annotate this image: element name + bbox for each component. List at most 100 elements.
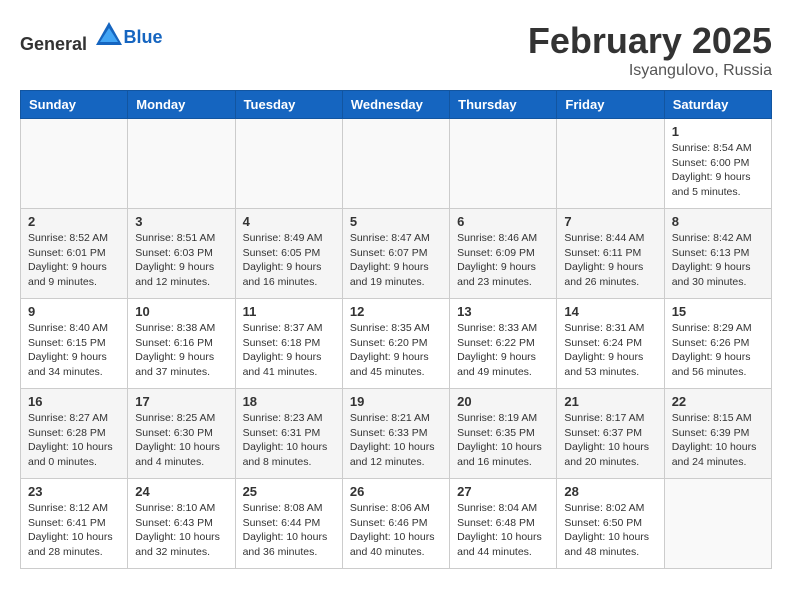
- day-number: 25: [243, 484, 335, 499]
- weekday-header-monday: Monday: [128, 91, 235, 119]
- calendar-day-cell: 28 Sunrise: 8:02 AM Sunset: 6:50 PM Dayli…: [557, 479, 664, 569]
- day-info: Sunrise: 8:46 AM Sunset: 6:09 PM Dayligh…: [457, 231, 549, 290]
- calendar-day-cell: 25 Sunrise: 8:08 AM Sunset: 6:44 PM Dayli…: [235, 479, 342, 569]
- page-header: General Blue February 2025 Isyangulovo, …: [20, 20, 772, 80]
- day-info: Sunrise: 8:17 AM Sunset: 6:37 PM Dayligh…: [564, 411, 656, 470]
- calendar-day-cell: 20 Sunrise: 8:19 AM Sunset: 6:35 PM Dayli…: [450, 389, 557, 479]
- day-number: 20: [457, 394, 549, 409]
- day-info: Sunrise: 8:23 AM Sunset: 6:31 PM Dayligh…: [243, 411, 335, 470]
- day-number: 16: [28, 394, 120, 409]
- day-info: Sunrise: 8:38 AM Sunset: 6:16 PM Dayligh…: [135, 321, 227, 380]
- day-number: 27: [457, 484, 549, 499]
- day-number: 4: [243, 214, 335, 229]
- day-number: 24: [135, 484, 227, 499]
- day-number: 13: [457, 304, 549, 319]
- day-number: 11: [243, 304, 335, 319]
- day-info: Sunrise: 8:33 AM Sunset: 6:22 PM Dayligh…: [457, 321, 549, 380]
- calendar-day-cell: 17Sunrise: 8:25 AM Sunset: 6:30 PM Dayli…: [128, 389, 235, 479]
- day-number: 22: [672, 394, 764, 409]
- weekday-header-row: SundayMondayTuesdayWednesdayThursdayFrid…: [21, 91, 772, 119]
- day-info: Sunrise: 8:15 AM Sunset: 6:39 PM Dayligh…: [672, 411, 764, 470]
- day-number: 28: [564, 484, 656, 499]
- day-info: Sunrise: 8:44 AM Sunset: 6:11 PM Dayligh…: [564, 231, 656, 290]
- day-info: Sunrise: 8:21 AM Sunset: 6:33 PM Dayligh…: [350, 411, 442, 470]
- day-info: Sunrise: 8:04 AM Sunset: 6:48 PM Dayligh…: [457, 501, 549, 560]
- day-number: 21: [564, 394, 656, 409]
- day-number: 10: [135, 304, 227, 319]
- day-info: Sunrise: 8:37 AM Sunset: 6:18 PM Dayligh…: [243, 321, 335, 380]
- calendar-day-cell: [664, 479, 771, 569]
- calendar-day-cell: 22 Sunrise: 8:15 AM Sunset: 6:39 PM Dayli…: [664, 389, 771, 479]
- day-number: 15: [672, 304, 764, 319]
- day-info: Sunrise: 8:02 AM Sunset: 6:50 PM Dayligh…: [564, 501, 656, 560]
- calendar-day-cell: 15 Sunrise: 8:29 AM Sunset: 6:26 PM Dayli…: [664, 299, 771, 389]
- calendar-day-cell: 19 Sunrise: 8:21 AM Sunset: 6:33 PM Dayli…: [342, 389, 449, 479]
- calendar-week-row: 9 Sunrise: 8:40 AM Sunset: 6:15 PM Daylig…: [21, 299, 772, 389]
- calendar-day-cell: 2 Sunrise: 8:52 AM Sunset: 6:01 PM Daylig…: [21, 209, 128, 299]
- weekday-header-saturday: Saturday: [664, 91, 771, 119]
- day-info: Sunrise: 8:47 AM Sunset: 6:07 PM Dayligh…: [350, 231, 442, 290]
- calendar-day-cell: 16 Sunrise: 8:27 AM Sunset: 6:28 PM Dayli…: [21, 389, 128, 479]
- calendar-week-row: 16 Sunrise: 8:27 AM Sunset: 6:28 PM Dayli…: [21, 389, 772, 479]
- day-info: Sunrise: 8:27 AM Sunset: 6:28 PM Dayligh…: [28, 411, 120, 470]
- day-number: 14: [564, 304, 656, 319]
- day-number: 8: [672, 214, 764, 229]
- day-info: Sunrise: 8:52 AM Sunset: 6:01 PM Dayligh…: [28, 231, 120, 290]
- day-info: Sunrise: 8:51 AM Sunset: 6:03 PM Dayligh…: [135, 231, 227, 290]
- calendar-day-cell: 14 Sunrise: 8:31 AM Sunset: 6:24 PM Dayli…: [557, 299, 664, 389]
- weekday-header-wednesday: Wednesday: [342, 91, 449, 119]
- day-info: Sunrise: 8:49 AM Sunset: 6:05 PM Dayligh…: [243, 231, 335, 290]
- calendar-day-cell: 1 Sunrise: 8:54 AM Sunset: 6:00 PM Daylig…: [664, 119, 771, 209]
- calendar-day-cell: [21, 119, 128, 209]
- day-number: 6: [457, 214, 549, 229]
- calendar-day-cell: 11 Sunrise: 8:37 AM Sunset: 6:18 PM Dayli…: [235, 299, 342, 389]
- weekday-header-sunday: Sunday: [21, 91, 128, 119]
- day-info: Sunrise: 8:10 AM Sunset: 6:43 PM Dayligh…: [135, 501, 227, 560]
- day-info: Sunrise: 8:35 AM Sunset: 6:20 PM Dayligh…: [350, 321, 442, 380]
- day-info: Sunrise: 8:19 AM Sunset: 6:35 PM Dayligh…: [457, 411, 549, 470]
- logo-icon: [94, 20, 124, 50]
- logo-general: General: [20, 34, 87, 54]
- calendar-week-row: 2 Sunrise: 8:52 AM Sunset: 6:01 PM Daylig…: [21, 209, 772, 299]
- day-number: 7: [564, 214, 656, 229]
- day-info: Sunrise: 8:54 AM Sunset: 6:00 PM Dayligh…: [672, 141, 764, 200]
- day-number: 12: [350, 304, 442, 319]
- calendar-day-cell: 23 Sunrise: 8:12 AM Sunset: 6:41 PM Dayli…: [21, 479, 128, 569]
- calendar-day-cell: 5 Sunrise: 8:47 AM Sunset: 6:07 PM Daylig…: [342, 209, 449, 299]
- day-info: Sunrise: 8:12 AM Sunset: 6:41 PM Dayligh…: [28, 501, 120, 560]
- weekday-header-thursday: Thursday: [450, 91, 557, 119]
- calendar-day-cell: 8 Sunrise: 8:42 AM Sunset: 6:13 PM Daylig…: [664, 209, 771, 299]
- calendar-day-cell: 27 Sunrise: 8:04 AM Sunset: 6:48 PM Dayli…: [450, 479, 557, 569]
- calendar-week-row: 1 Sunrise: 8:54 AM Sunset: 6:00 PM Daylig…: [21, 119, 772, 209]
- day-number: 17: [135, 394, 227, 409]
- day-info: Sunrise: 8:31 AM Sunset: 6:24 PM Dayligh…: [564, 321, 656, 380]
- day-info: Sunrise: 8:40 AM Sunset: 6:15 PM Dayligh…: [28, 321, 120, 380]
- day-info: Sunrise: 8:29 AM Sunset: 6:26 PM Dayligh…: [672, 321, 764, 380]
- calendar-day-cell: 24 Sunrise: 8:10 AM Sunset: 6:43 PM Dayli…: [128, 479, 235, 569]
- day-number: 26: [350, 484, 442, 499]
- calendar-week-row: 23 Sunrise: 8:12 AM Sunset: 6:41 PM Dayli…: [21, 479, 772, 569]
- day-number: 18: [243, 394, 335, 409]
- title-block: February 2025 Isyangulovo, Russia: [528, 20, 772, 80]
- day-info: Sunrise: 8:08 AM Sunset: 6:44 PM Dayligh…: [243, 501, 335, 560]
- calendar-table: SundayMondayTuesdayWednesdayThursdayFrid…: [20, 90, 772, 569]
- calendar-day-cell: 13 Sunrise: 8:33 AM Sunset: 6:22 PM Dayli…: [450, 299, 557, 389]
- calendar-day-cell: 3Sunrise: 8:51 AM Sunset: 6:03 PM Daylig…: [128, 209, 235, 299]
- day-info: Sunrise: 8:06 AM Sunset: 6:46 PM Dayligh…: [350, 501, 442, 560]
- logo-blue: Blue: [124, 27, 163, 48]
- calendar-day-cell: [557, 119, 664, 209]
- calendar-day-cell: [342, 119, 449, 209]
- day-info: Sunrise: 8:42 AM Sunset: 6:13 PM Dayligh…: [672, 231, 764, 290]
- calendar-day-cell: 10 Sunrise: 8:38 AM Sunset: 6:16 PM Dayli…: [128, 299, 235, 389]
- day-number: 5: [350, 214, 442, 229]
- day-number: 23: [28, 484, 120, 499]
- calendar-day-cell: [235, 119, 342, 209]
- day-number: 2: [28, 214, 120, 229]
- calendar-day-cell: 12 Sunrise: 8:35 AM Sunset: 6:20 PM Dayli…: [342, 299, 449, 389]
- month-year-title: February 2025: [528, 20, 772, 62]
- day-number: 9: [28, 304, 120, 319]
- calendar-day-cell: 9 Sunrise: 8:40 AM Sunset: 6:15 PM Daylig…: [21, 299, 128, 389]
- day-number: 1: [672, 124, 764, 139]
- day-number: 19: [350, 394, 442, 409]
- calendar-day-cell: 21 Sunrise: 8:17 AM Sunset: 6:37 PM Dayli…: [557, 389, 664, 479]
